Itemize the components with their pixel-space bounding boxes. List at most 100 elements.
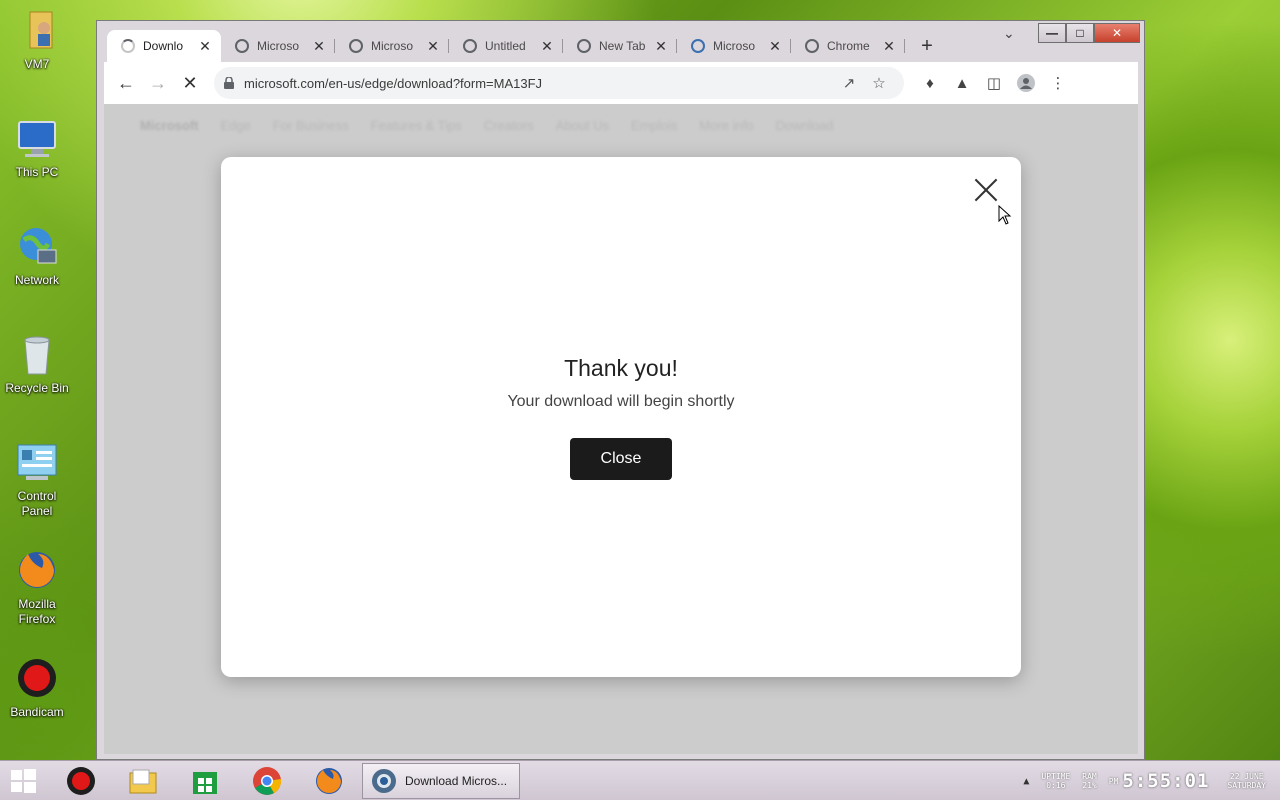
back-arrow-icon[interactable]: ← (110, 67, 142, 99)
tab-download[interactable]: Downlo ✕ (107, 30, 221, 62)
lab-flask-icon[interactable]: ▲ (946, 67, 978, 99)
desktop-icon-label: Recycle Bin (5, 381, 69, 395)
clock-time[interactable]: 5:55:01 (1122, 770, 1209, 792)
bookmark-star-icon[interactable]: ☆ (864, 74, 894, 92)
desktop-icon-control-panel[interactable]: Control Panel (2, 440, 72, 519)
browser-toolbar: ← → ✕ microsoft.com/en-us/edge/download?… (104, 62, 1138, 104)
modal-close-button[interactable]: Close (570, 438, 672, 480)
tab-title: Untitled (485, 39, 526, 53)
desktop-icon-label: VM7 (24, 57, 50, 71)
chrome-taskbar-icon[interactable] (250, 765, 284, 797)
address-bar[interactable]: microsoft.com/en-us/edge/download?form=M… (214, 67, 904, 99)
tab-strip: Downlo ✕ Microso ✕ Microso ✕ Untitled ✕ … (107, 30, 941, 62)
uptime-label: UPTIME (1041, 772, 1071, 781)
tab-close-icon[interactable]: ✕ (881, 38, 897, 55)
ram-value: 21% (1082, 781, 1097, 790)
computer-icon (14, 116, 60, 162)
tab-title: Microso (371, 39, 414, 53)
ampm: PM (1108, 776, 1119, 786)
desktop-icon-firefox[interactable]: Mozilla Firefox (2, 548, 72, 627)
chrome-icon (577, 39, 591, 53)
modal-message: Your download will begin shortly (507, 393, 735, 410)
file-explorer-icon[interactable] (126, 765, 160, 797)
date-text: 22 JUNE (1229, 772, 1264, 781)
uptime-value: 0:16 (1046, 781, 1066, 790)
desktop-icon-label: Network (14, 273, 59, 287)
ram-readout: RAM 21% (1082, 772, 1096, 790)
desktop-icon-label: Mozilla Firefox (18, 597, 56, 626)
tab-title: Microso (713, 39, 756, 53)
tab-title: Downlo (143, 39, 184, 53)
side-panel-icon[interactable]: ◫ (978, 67, 1010, 99)
task-label: Download Micros... (405, 774, 508, 788)
firefox-taskbar-icon[interactable] (312, 765, 346, 797)
tab-close-icon[interactable]: ✕ (767, 38, 783, 55)
user-folder-icon (14, 8, 60, 54)
day-text: SATURDAY (1227, 781, 1266, 790)
tab-untitled[interactable]: Untitled ✕ (449, 30, 563, 62)
new-tab-button[interactable]: + (913, 32, 941, 60)
network-globe-icon (14, 224, 60, 270)
download-modal: Thank you! Your download will begin shor… (221, 157, 1021, 677)
desktop-icon-recycle-bin[interactable]: Recycle Bin (2, 332, 72, 396)
edge-icon (691, 39, 705, 53)
globe-icon (463, 39, 477, 53)
desktop-icon-label: This PC (15, 165, 59, 179)
tab-close-icon[interactable]: ✕ (197, 38, 213, 55)
stop-loading-icon[interactable]: ✕ (174, 67, 206, 99)
forward-arrow-icon[interactable]: → (142, 67, 174, 99)
page-content: Microsoft Edge For Business Features & T… (104, 104, 1138, 754)
tab-close-icon[interactable]: ✕ (653, 38, 669, 55)
window-controls: — □ ✕ (1038, 23, 1140, 43)
clock-date[interactable]: 22 JUNE SATURDAY (1227, 772, 1266, 790)
minimize-button[interactable]: — (1038, 23, 1066, 43)
bandicam-icon (14, 656, 60, 702)
tab-title: New Tab (599, 39, 646, 53)
start-windows-icon[interactable] (6, 765, 40, 797)
desktop-icon-this-pc[interactable]: This PC (2, 116, 72, 180)
window-close-button[interactable]: ✕ (1094, 23, 1140, 43)
modal-heading: Thank you! (564, 355, 678, 381)
modal-close-icon[interactable] (973, 177, 999, 203)
tab-close-icon[interactable]: ✕ (311, 38, 327, 55)
uptime-readout: UPTIME 0:16 (1041, 772, 1070, 790)
globe-icon (349, 39, 363, 53)
desktop-icon-vm7[interactable]: VM7 (2, 8, 72, 72)
tab-close-icon[interactable]: ✕ (425, 38, 441, 55)
tab-microsoft-1[interactable]: Microso ✕ (221, 30, 335, 62)
url-text: microsoft.com/en-us/edge/download?form=M… (244, 75, 543, 91)
extensions-puzzle-icon[interactable]: ♦ (914, 67, 946, 99)
tray-expand-icon[interactable]: ▲ (1023, 776, 1029, 787)
taskbar: Download Micros... ▲ UPTIME 0:16 RAM 21%… (0, 760, 1280, 800)
tab-title: Chrome (827, 39, 870, 53)
loading-spinner-icon (121, 39, 135, 53)
tab-close-icon[interactable]: ✕ (539, 38, 555, 55)
recycle-bin-icon (14, 332, 60, 378)
desktop-icon-bandicam[interactable]: Bandicam (2, 656, 72, 720)
control-panel-icon (14, 440, 60, 486)
share-icon[interactable]: ↗ (834, 74, 864, 92)
globe-icon (235, 39, 249, 53)
lock-icon (224, 76, 234, 89)
tab-new-tab[interactable]: New Tab ✕ (563, 30, 677, 62)
desktop-icon-label: Bandicam (10, 705, 64, 719)
profile-avatar-icon[interactable] (1010, 67, 1042, 99)
tab-microsoft-2[interactable]: Microso ✕ (335, 30, 449, 62)
store-icon[interactable] (188, 765, 222, 797)
tab-microsoft-3[interactable]: Microso ✕ (677, 30, 791, 62)
tab-chrome[interactable]: Chrome ✕ (791, 30, 905, 62)
tab-search-chevron-icon[interactable]: ⌄ (1003, 25, 1015, 42)
desktop-icon-network[interactable]: Network (2, 224, 72, 288)
tab-title: Microso (257, 39, 300, 53)
firefox-icon (14, 548, 60, 594)
taskbar-task-download[interactable]: Download Micros... (362, 763, 520, 799)
maximize-button[interactable]: □ (1066, 23, 1094, 43)
chrome-globe-task-icon (371, 768, 397, 794)
browser-window: — □ ✕ ⌄ Downlo ✕ Microso ✕ Microso ✕ Unt… (96, 20, 1145, 760)
bandicam-taskbar-icon[interactable] (64, 765, 98, 797)
menu-kebab-icon[interactable]: ⋮ (1042, 67, 1074, 99)
system-tray: ▲ UPTIME 0:16 RAM 21% PM 5:55:01 22 JUNE… (1023, 761, 1280, 800)
mouse-cursor-icon (998, 204, 1012, 225)
globe-icon (805, 39, 819, 53)
desktop-icon-label: Control Panel (17, 489, 57, 518)
